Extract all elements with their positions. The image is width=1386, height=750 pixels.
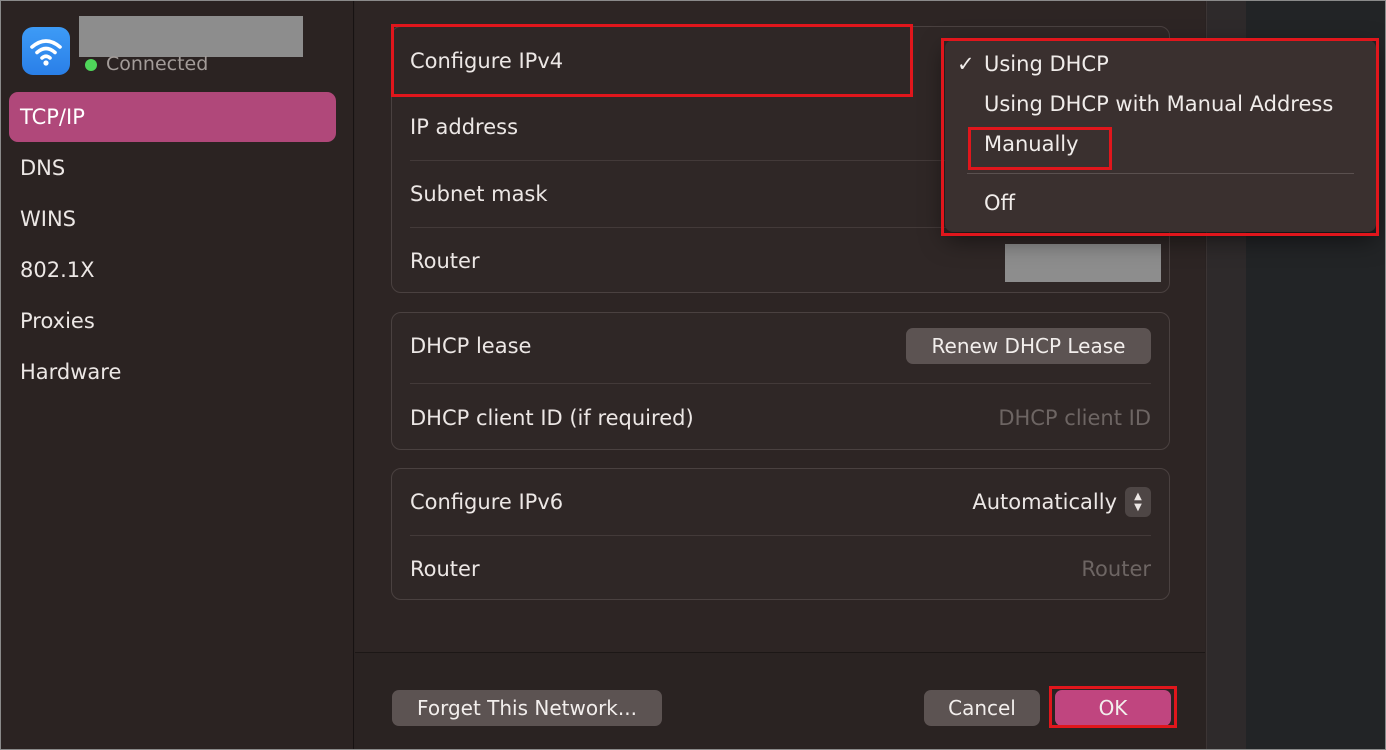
dhcp-client-id-input[interactable]: DHCP client ID — [998, 406, 1151, 430]
sidebar: Connected TCP/IP DNS WINS 802.1X Proxies… — [1, 1, 354, 749]
row-divider — [410, 383, 1151, 384]
configure-ipv6-label: Configure IPv6 — [410, 490, 564, 514]
ip-address-label: IP address — [410, 115, 519, 139]
dhcp-lease-label: DHCP lease — [410, 334, 532, 358]
sidebar-item-wins[interactable]: WINS — [9, 194, 336, 244]
subnet-mask-label: Subnet mask — [410, 182, 548, 206]
ipv6-group: Configure IPv6 Automatically ▲ ▼ Router R… — [391, 468, 1170, 600]
cancel-button[interactable]: Cancel — [924, 690, 1040, 726]
menu-item-using-dhcp[interactable]: Using DHCP — [984, 52, 1109, 76]
row-divider — [410, 535, 1151, 536]
configure-ipv4-label: Configure IPv4 — [410, 49, 564, 73]
dhcp-lease-row: DHCP lease Renew DHCP Lease — [410, 326, 1151, 366]
menu-item-dhcp-manual-address[interactable]: Using DHCP with Manual Address — [984, 92, 1333, 116]
status-dot-icon — [85, 59, 97, 71]
ipv6-router-row: Router Router — [410, 549, 1151, 589]
forget-network-button[interactable]: Forget This Network... — [392, 690, 662, 726]
sidebar-item-proxies[interactable]: Proxies — [9, 296, 336, 346]
dhcp-client-id-row: DHCP client ID (if required) DHCP client… — [410, 398, 1151, 438]
ok-button[interactable]: OK — [1055, 690, 1171, 726]
sidebar-item-dns[interactable]: DNS — [9, 143, 336, 193]
renew-dhcp-lease-button[interactable]: Renew DHCP Lease — [906, 328, 1151, 364]
checkmark-icon: ✓ — [957, 52, 975, 76]
menu-item-off[interactable]: Off — [984, 191, 1015, 215]
dhcp-client-id-label: DHCP client ID (if required) — [410, 406, 694, 430]
ipv6-router-label: Router — [410, 557, 480, 581]
sidebar-item-hardware[interactable]: Hardware — [9, 347, 336, 397]
updown-chevron-icon: ▲ ▼ — [1125, 487, 1151, 517]
sidebar-item-tcpip[interactable]: TCP/IP — [9, 92, 336, 142]
dhcp-group: DHCP lease Renew DHCP Lease DHCP client … — [391, 312, 1170, 450]
router-value-redacted — [1005, 244, 1161, 282]
router-label: Router — [410, 249, 480, 273]
configure-ipv6-value: Automatically — [972, 490, 1117, 514]
wifi-icon — [22, 27, 70, 75]
menu-item-manually[interactable]: Manually — [984, 132, 1079, 156]
menu-divider — [967, 173, 1354, 174]
configure-ipv6-row: Configure IPv6 Automatically ▲ ▼ — [410, 482, 1151, 522]
configure-ipv4-menu: ✓ Using DHCP Using DHCP with Manual Addr… — [945, 40, 1376, 232]
ipv6-router-input[interactable]: Router — [1081, 557, 1151, 581]
network-name-redacted — [79, 16, 303, 57]
connection-status: Connected — [106, 53, 209, 75]
configure-ipv6-select[interactable]: Automatically ▲ ▼ — [972, 487, 1151, 517]
sidebar-item-8021x[interactable]: 802.1X — [9, 245, 336, 295]
